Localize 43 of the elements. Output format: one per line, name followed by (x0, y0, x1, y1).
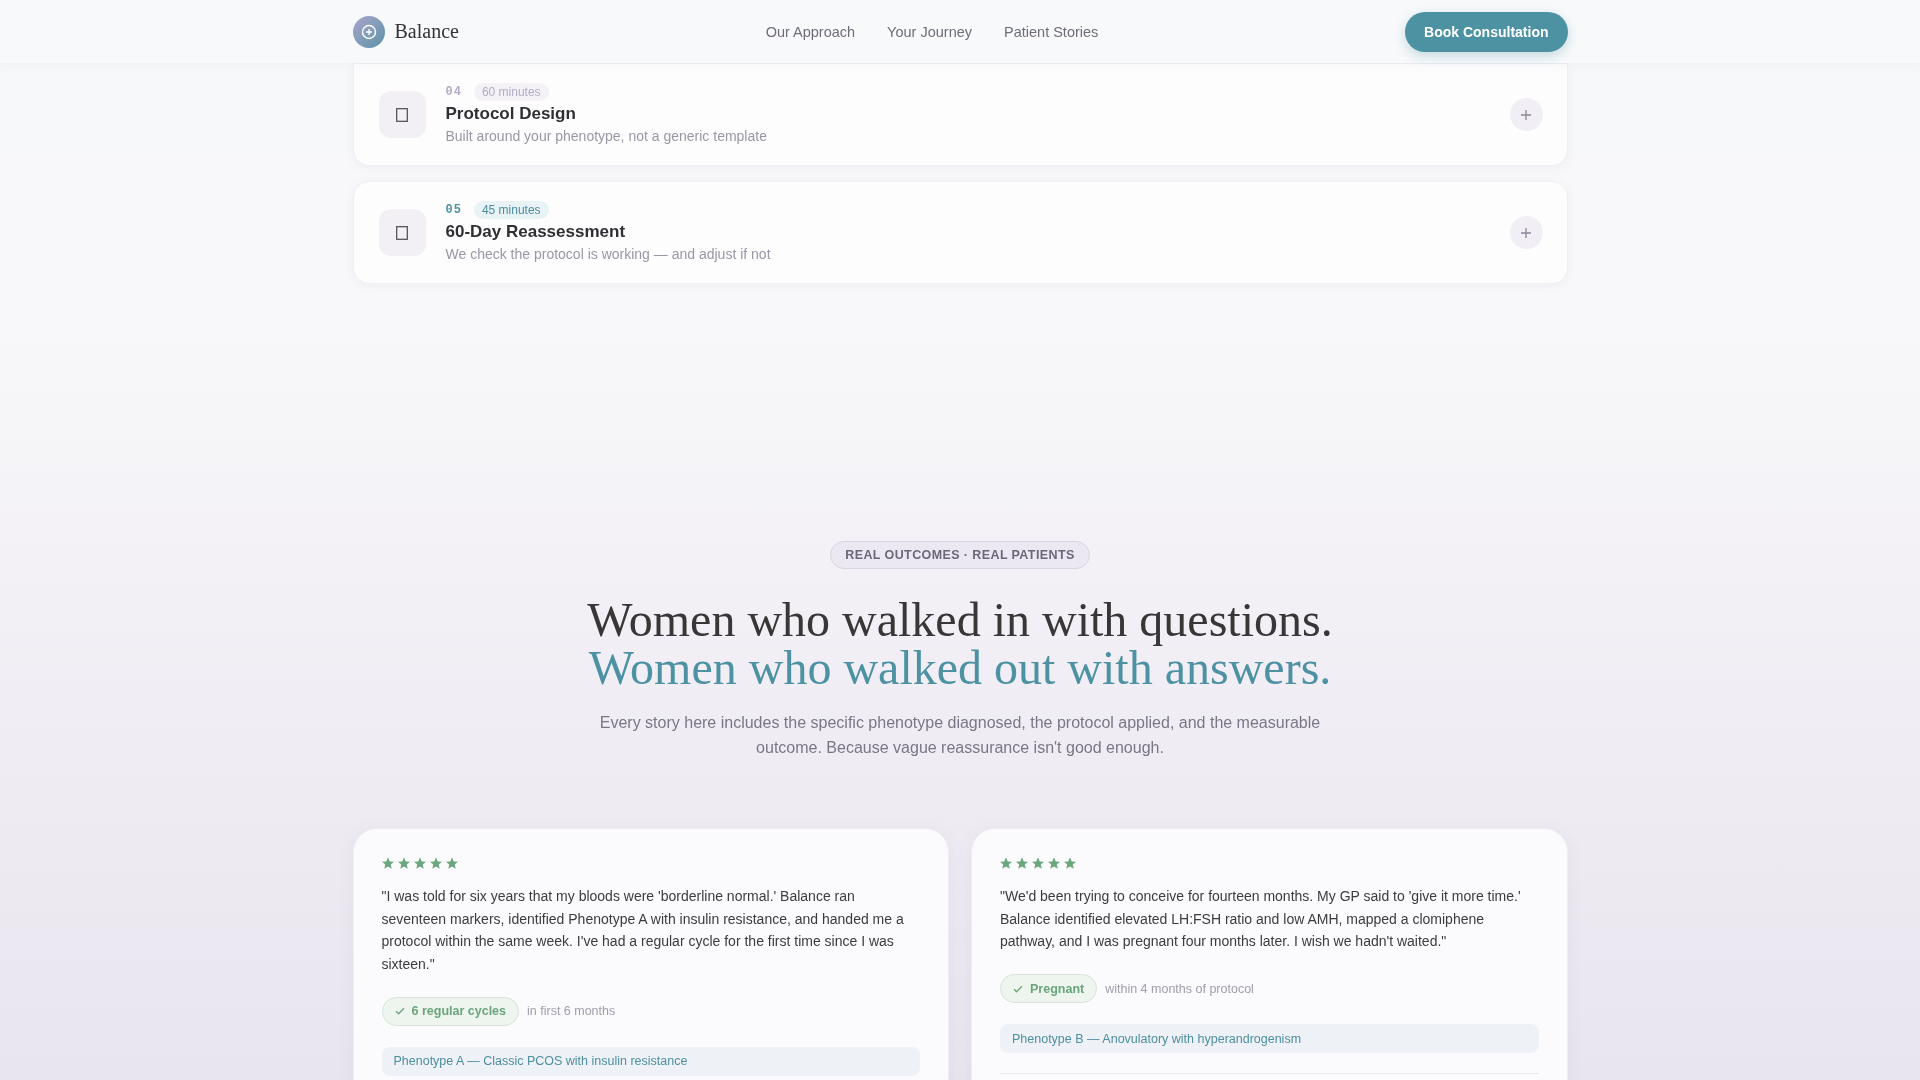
step-number: 04 (445, 85, 462, 99)
step-title: Protocol Design (445, 103, 577, 125)
outcome-label: Pregnant (1030, 981, 1085, 996)
outcome-note: within 4 months of protocol (1105, 981, 1254, 996)
expand-button[interactable] (1509, 216, 1543, 249)
step-number: 05 (445, 203, 462, 217)
duration-tag: 60 minutes (473, 83, 549, 101)
step-card[interactable]: 04 60 minutes Protocol Design Built around your phenotype, not a generic template (352, 63, 1568, 166)
phenotype-tag: Phenotype A — Classic PCOS with insulin resistance (381, 1046, 920, 1076)
logo-icon (352, 15, 385, 48)
testimonial-quote: "We'd been trying to conceive for fourteen months. My GP said to 'give it more time.' Balance identified elevated LH:FSH ratio and low AMH, mapped a clomiphene pathway, and I was pregnant four months later. I wish we hadn't waited." (1000, 887, 1522, 952)
step-title: 60-Day Reassessment (445, 221, 627, 243)
star-icon (445, 857, 458, 869)
step-card[interactable]: 05 45 minutes 60-Day Reassessment We check the protocol is working — and adjust if not (352, 181, 1568, 284)
star-icon (1032, 857, 1044, 869)
nav-link[interactable]: Our Approach (765, 23, 856, 40)
duration-tag: 45 minutes (473, 201, 549, 219)
star-icon (429, 857, 442, 869)
step-description: Built around your phenotype, not a generic template (445, 127, 768, 146)
star-icon (381, 857, 394, 869)
section-heading: Women who walked in with questions. (587, 596, 1333, 644)
step-description: We check the protocol is working — and adjust if not (445, 245, 772, 264)
star-icon (1016, 857, 1028, 869)
star-icon (413, 857, 426, 869)
phenotype-tag: Phenotype B — Anovulatory with hyperandrogenism (1000, 1024, 1539, 1054)
star-icon (1048, 857, 1060, 869)
outcome-note: in first 6 months (527, 1004, 616, 1019)
star-icon (1000, 857, 1012, 869)
testimonial-quote: "I was told for six years that my bloods were 'borderline normal.' Balance ran seventeen markers, identified Phenotype A with insulin resistance, and handed me a protocol within the same week. I've had a regular cycle for the first time since I was sixteen." (381, 887, 905, 975)
nav-link[interactable]: Your Journey (887, 23, 973, 40)
plus-icon (1521, 109, 1531, 120)
star-icon (397, 857, 410, 869)
book-consultation-button[interactable]: Book Consultation (1405, 11, 1568, 52)
brand-name[interactable]: Balance (394, 20, 459, 43)
section-badge: REAL OUTCOMES · REAL PATIENTS (830, 541, 1090, 569)
nav-link[interactable]: Patient Stories (1004, 23, 1099, 40)
outcome-label: 6 regular cycles (411, 1004, 506, 1019)
star-icon (1064, 857, 1076, 869)
check-icon (394, 1006, 405, 1017)
expand-button[interactable] (1509, 98, 1543, 131)
check-icon (1013, 983, 1023, 994)
plus-icon (1521, 227, 1531, 238)
section-intro: Every story here includes the specific phenotype diagnosed, the protocol applied, and the measurable outcome. Because vague reassurance isn't good enough. (598, 713, 1322, 758)
